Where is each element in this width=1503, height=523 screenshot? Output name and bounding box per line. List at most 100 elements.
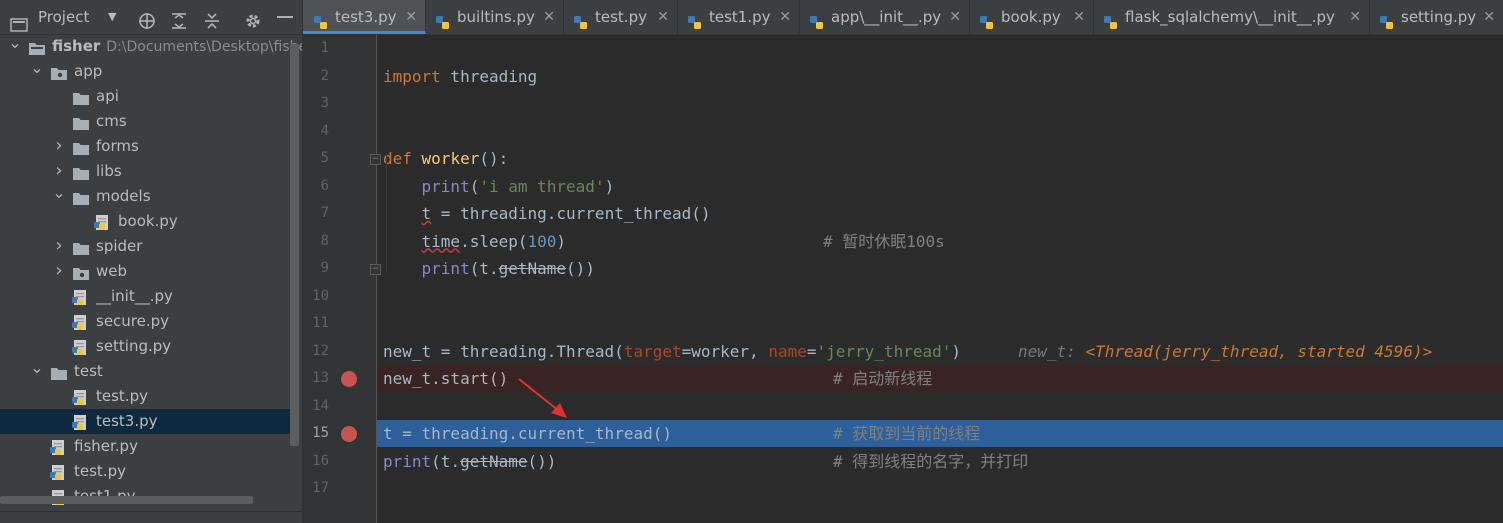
code-line[interactable] (377, 118, 1503, 145)
line-number[interactable]: 11 (303, 310, 329, 337)
chevron-right-icon[interactable]: › (52, 134, 66, 159)
chevron-down-icon[interactable]: ⌄ (30, 59, 44, 84)
tab-test-py[interactable]: test.py ✕ (563, 0, 678, 34)
minimize-icon[interactable] (277, 16, 293, 18)
line-number[interactable]: 14 (303, 393, 329, 420)
code-line[interactable]: print(t.getName()) (377, 255, 1503, 282)
breakpoint-icon[interactable] (341, 426, 357, 442)
line-number[interactable]: 12 (303, 338, 329, 365)
close-icon[interactable]: ✕ (779, 0, 791, 34)
tree-item-label: models (96, 184, 151, 209)
tree-vertical-scrollbar[interactable] (290, 44, 299, 446)
code-line[interactable]: def worker(): (377, 145, 1503, 172)
chevron-down-icon[interactable]: ▼ (108, 0, 116, 34)
tree-item-secure-py[interactable]: secure.py (0, 309, 290, 334)
code-line[interactable]: import threading (377, 63, 1503, 90)
tab-builtins-py[interactable]: builtins.py ✕ (425, 0, 564, 34)
code-line[interactable]: t = threading.current_thread() (377, 200, 1503, 227)
code-line[interactable]: new_t = threading.Thread(target=worker, … (377, 338, 1503, 365)
tree-item-fisher[interactable]: ⌄ fisher D:\Documents\Desktop\fisher (0, 34, 302, 59)
tab-app-init-py[interactable]: app\__init__.py ✕ (799, 0, 970, 34)
code-line[interactable]: print('i am thread') (377, 173, 1503, 200)
chevron-right-icon[interactable]: › (52, 159, 66, 184)
line-number[interactable]: 7 (303, 200, 329, 227)
chevron-down-icon[interactable]: ⌄ (52, 184, 66, 209)
code-line[interactable]: print(t.getName()) # 得到线程的名字，并打印 (377, 448, 1503, 475)
code-line[interactable] (377, 90, 1503, 117)
code-line[interactable] (377, 310, 1503, 337)
line-number[interactable]: 2 (303, 63, 329, 90)
tree-item-text: setting.py (96, 337, 172, 355)
tree-item-web[interactable]: › web (0, 259, 290, 284)
code-line[interactable] (377, 283, 1503, 310)
tree-item-test[interactable]: ⌄ test (0, 359, 290, 384)
close-icon[interactable]: ✕ (657, 0, 669, 34)
line-number[interactable]: 17 (303, 475, 329, 502)
folder-icon (72, 114, 90, 130)
code-line[interactable]: time.sleep(100) # 暂时休眠100s (377, 228, 1503, 255)
close-icon[interactable]: ✕ (405, 0, 417, 34)
line-number[interactable]: 5 (303, 145, 329, 172)
tree-item-fisher-py[interactable]: fisher.py (0, 434, 290, 459)
line-number[interactable]: 10 (303, 283, 329, 310)
chevron-down-icon[interactable]: ⌄ (8, 34, 22, 59)
close-icon[interactable]: ✕ (1349, 0, 1361, 34)
code-line[interactable] (377, 35, 1503, 62)
code-line[interactable] (377, 475, 1503, 502)
tab-test1-py[interactable]: test1.py ✕ (677, 0, 800, 34)
line-number[interactable]: 16 (303, 448, 329, 475)
folder-icon (72, 89, 90, 105)
code-editor[interactable]: 1 2 3 4 5 6 7 8 9 10 11 12 13 14 15 16 17− − import threa… (303, 35, 1503, 523)
close-icon[interactable]: ✕ (1483, 0, 1495, 34)
tree-item-forms[interactable]: › forms (0, 134, 290, 159)
close-icon[interactable]: ✕ (1073, 0, 1085, 34)
editor-gutter[interactable]: 1 2 3 4 5 6 7 8 9 10 11 12 13 14 15 16 17− − (303, 35, 381, 523)
tree-item-label: api (96, 84, 119, 109)
chevron-right-icon[interactable]: › (52, 234, 66, 259)
tab-flask-sqlalchemy-init-py[interactable]: flask_sqlalchemy\__init__.py ✕ (1093, 0, 1370, 34)
tree-item-models[interactable]: ⌄ models (0, 184, 290, 209)
line-number[interactable]: 8 (303, 228, 329, 255)
tree-item-setting-py[interactable]: setting.py (0, 334, 290, 359)
close-icon[interactable]: ✕ (949, 0, 961, 34)
project-title[interactable]: Project (38, 0, 89, 34)
tree-item-text: api (96, 87, 119, 105)
project-toolbar: Project ▼ (0, 0, 302, 35)
tree-item-label: test.py (74, 459, 126, 484)
python-file-icon (809, 9, 825, 29)
tree-item-app[interactable]: ⌄ app (0, 59, 290, 84)
tab-setting-py[interactable]: setting.py ✕ (1369, 0, 1503, 34)
tree-item-test3-py[interactable]: test3.py (0, 409, 290, 434)
code-line[interactable]: t = threading.current_thread() # 获取到当前的线程 (377, 420, 1503, 447)
tab-test3-py[interactable]: test3.py ✕ (303, 0, 426, 34)
tree-item-test-py[interactable]: test.py (0, 384, 290, 409)
tree-item-api[interactable]: api (0, 84, 290, 109)
chevron-right-icon[interactable]: › (52, 259, 66, 284)
tree-horizontal-scrollbar[interactable] (0, 496, 253, 504)
tree-item--init-py[interactable]: __init__.py (0, 284, 290, 309)
tree-item-cms[interactable]: cms (0, 109, 290, 134)
line-number[interactable]: 3 (303, 90, 329, 117)
line-number[interactable]: 15 (303, 420, 329, 447)
tree-item-test-py[interactable]: test.py (0, 459, 290, 484)
tree-item-spider[interactable]: › spider (0, 234, 290, 259)
close-icon[interactable]: ✕ (543, 0, 555, 34)
line-number[interactable]: 4 (303, 118, 329, 145)
chevron-down-icon[interactable]: ⌄ (30, 359, 44, 384)
collapse-all-icon[interactable] (203, 8, 221, 29)
code-token: (t. (469, 259, 499, 278)
line-number[interactable]: 6 (303, 173, 329, 200)
tab-book-py[interactable]: book.py ✕ (969, 0, 1094, 34)
code-token: getName (460, 451, 528, 471)
line-number[interactable]: 1 (303, 35, 329, 62)
tree-item-book-py[interactable]: book.py (0, 209, 290, 234)
code-token: print (383, 451, 432, 471)
expand-all-icon[interactable] (170, 8, 188, 29)
tree-item-libs[interactable]: › libs (0, 159, 290, 184)
tab-label: app\__init__.py (831, 8, 942, 26)
breakpoint-icon[interactable] (341, 371, 357, 387)
line-number[interactable]: 13 (303, 365, 329, 392)
locate-icon[interactable] (138, 8, 156, 29)
line-number[interactable]: 9 (303, 255, 329, 282)
gear-icon[interactable] (244, 8, 262, 28)
